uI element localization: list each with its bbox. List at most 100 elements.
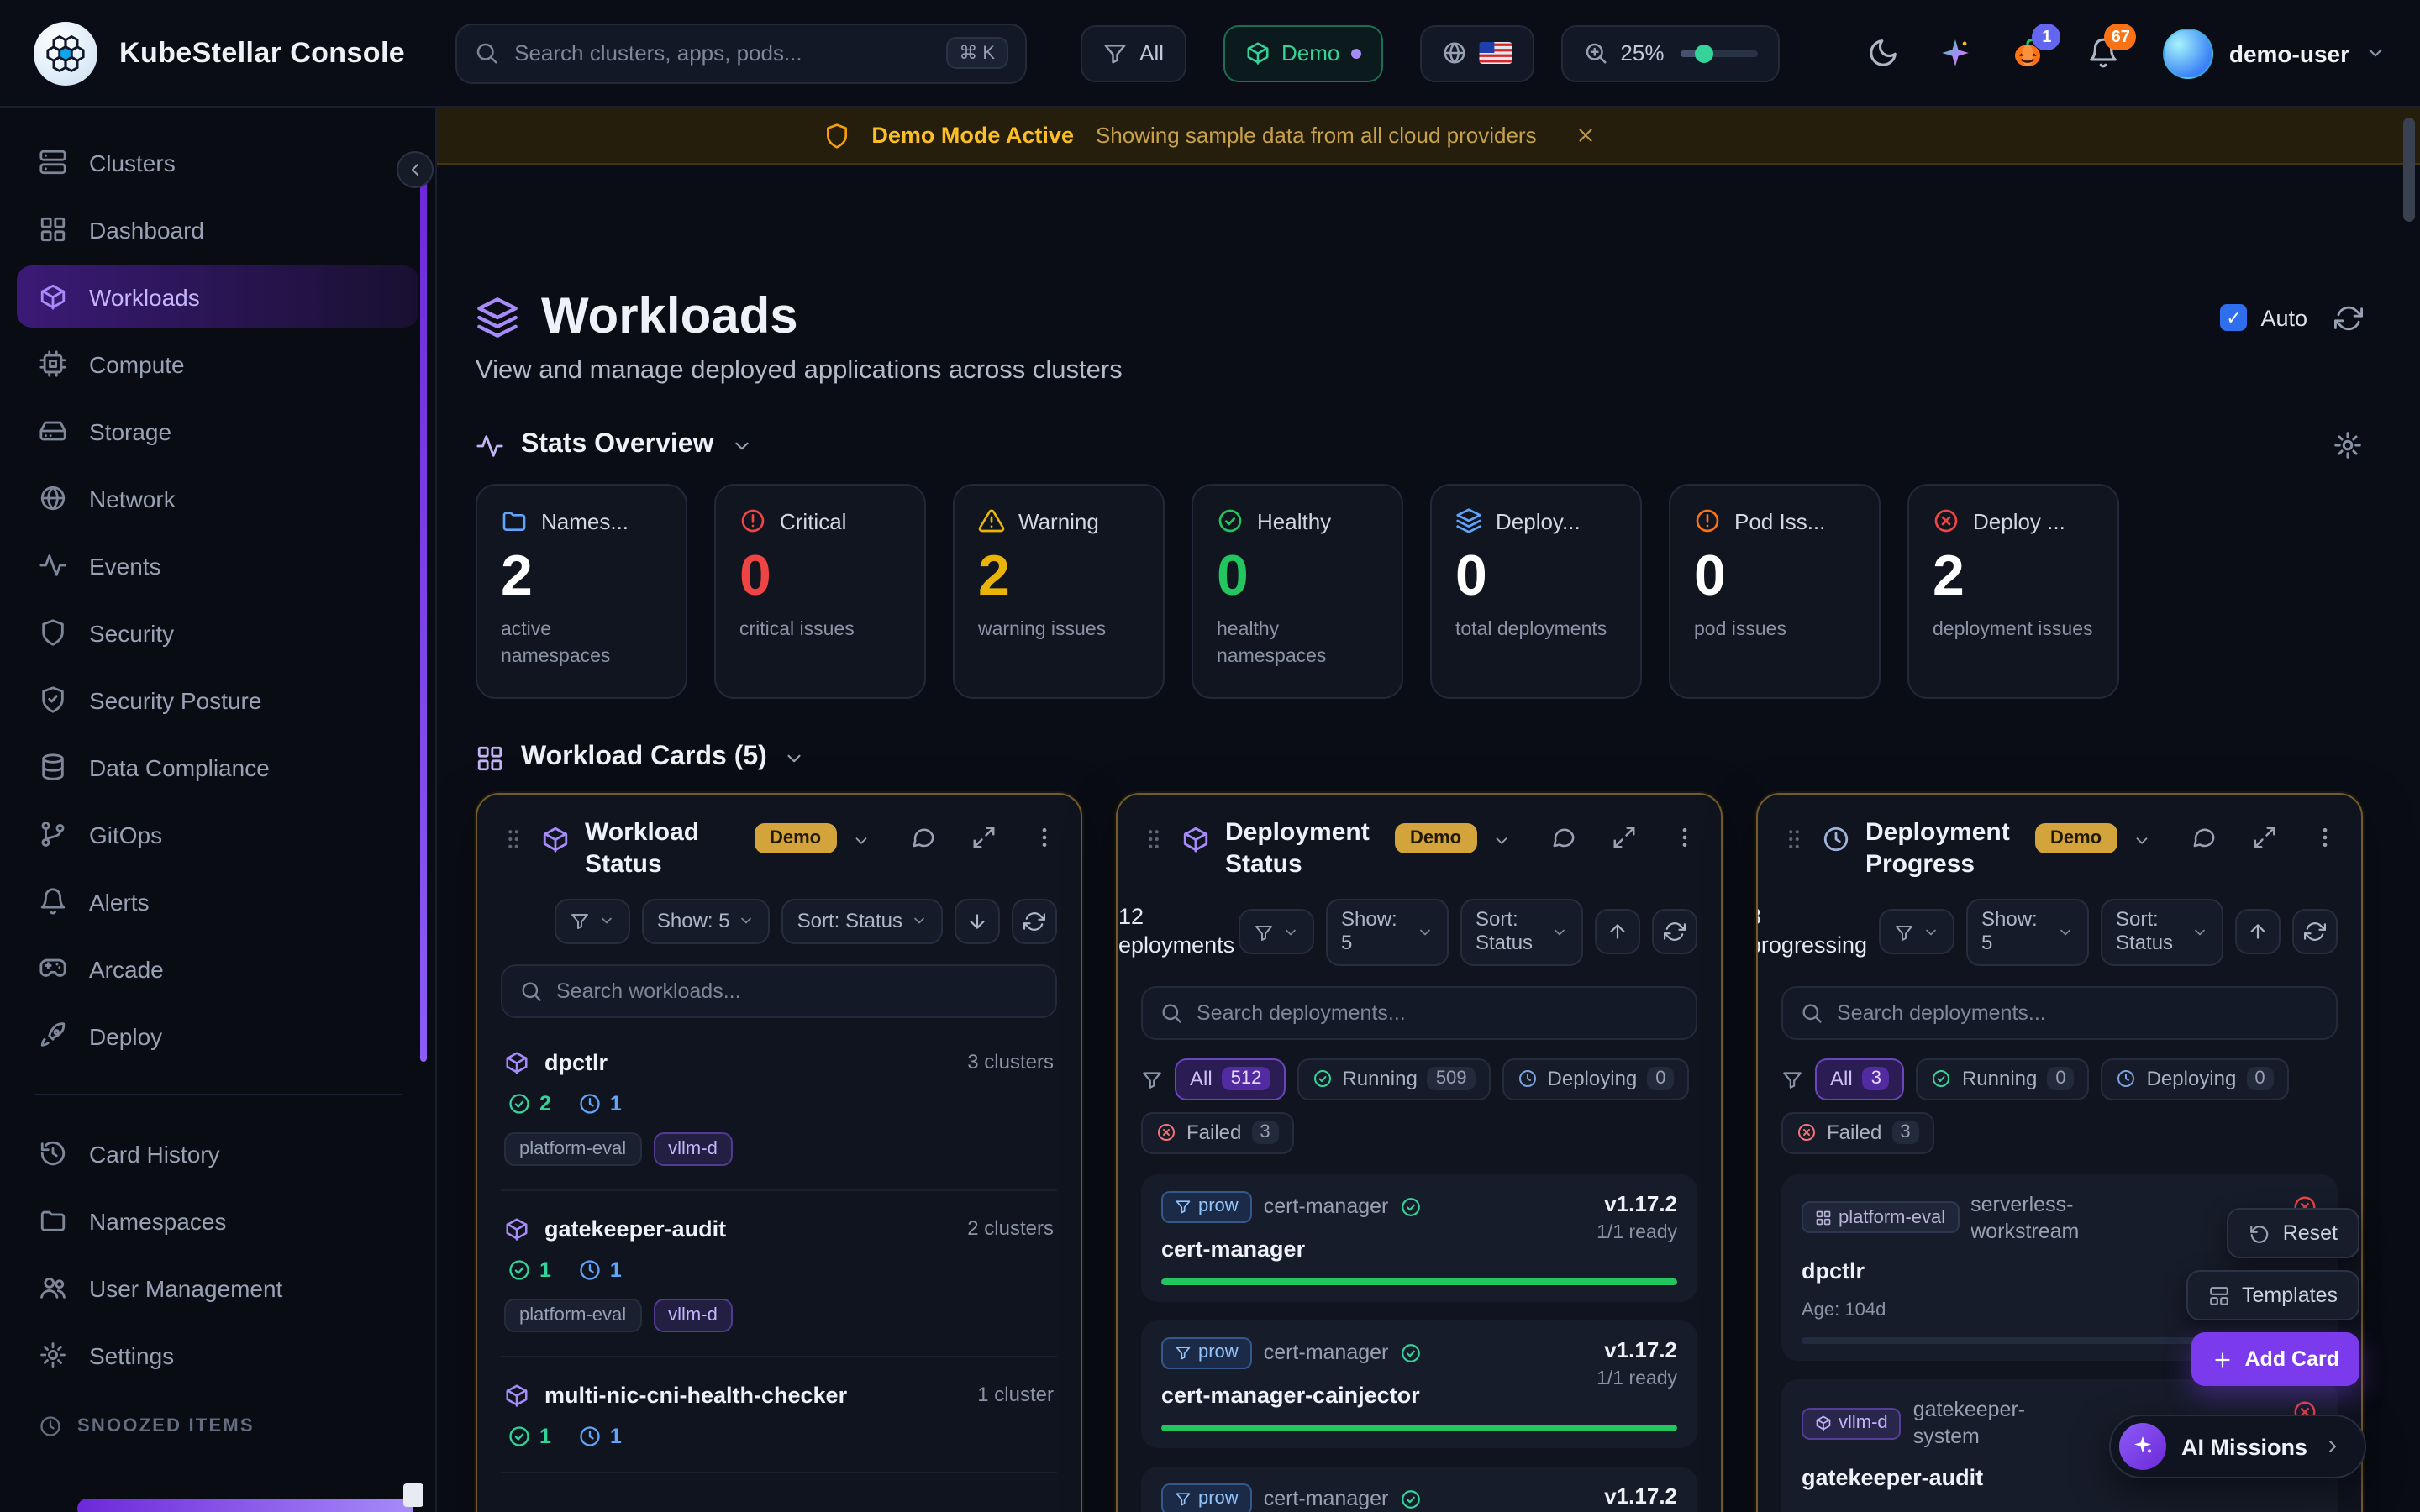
stat-card-healthy-namespaces[interactable]: Healthy0healthy namespaces — [1192, 484, 1403, 699]
deployment-search-input[interactable]: Search deployments... — [1141, 985, 1697, 1039]
drag-handle-icon[interactable] — [501, 827, 526, 852]
show-dropdown[interactable]: Show: 5 — [642, 898, 771, 943]
stat-card-active-namespaces[interactable]: Names...2active namespaces — [476, 484, 687, 699]
sidebar-item-arcade[interactable]: Arcade — [17, 937, 418, 1000]
banner-close-button[interactable] — [1576, 124, 1597, 146]
notifications-button[interactable]: 67 — [2088, 37, 2120, 69]
global-search-input[interactable]: Search clusters, apps, pods... ⌘ K — [455, 23, 1027, 83]
stat-card-deployment-issues[interactable]: Deploy ...2deployment issues — [1907, 484, 2119, 699]
stat-card-critical-issues[interactable]: Critical0critical issues — [714, 484, 926, 699]
page-refresh-button[interactable] — [2334, 303, 2363, 332]
stat-card-total-deployments[interactable]: Deploy...0total deployments — [1430, 484, 1642, 699]
sort-direction-button[interactable] — [955, 898, 1000, 943]
sidebar-collapse-button[interactable] — [397, 151, 434, 188]
workload-list-item[interactable]: multi-nic-cni-health-checker1 cluster11 — [501, 1357, 1057, 1473]
sidebar-scrollbar[interactable] — [420, 155, 427, 1062]
sort-dropdown[interactable]: Sort: Status — [782, 898, 943, 943]
sidebar-item-settings[interactable]: Settings — [17, 1324, 418, 1386]
deployment-list-item[interactable]: prowcert-managercert-manager-cainjectorv… — [1141, 1320, 1697, 1447]
demo-mode-button[interactable]: Demo — [1223, 24, 1383, 81]
sidebar-item-alerts[interactable]: Alerts — [17, 870, 418, 932]
seasonal-button[interactable]: 1 — [2012, 37, 2044, 69]
sidebar-item-gitops[interactable]: GitOps — [17, 803, 418, 865]
filter-dropdown[interactable] — [555, 898, 630, 943]
filter-chip-running[interactable]: Running509 — [1297, 1058, 1490, 1100]
sort-direction-button[interactable] — [2235, 909, 2281, 954]
filter-chip-all[interactable]: All3 — [1815, 1058, 1905, 1100]
language-selector[interactable] — [1420, 24, 1534, 81]
sidebar-item-events[interactable]: Events — [17, 534, 418, 596]
auto-checkbox[interactable]: ✓ — [2220, 304, 2247, 331]
templates-button[interactable]: Templates — [2186, 1270, 2360, 1320]
more-menu-button[interactable] — [2312, 825, 2338, 850]
progress-search-input[interactable]: Search deployments... — [1781, 985, 2338, 1039]
page-scrollbar[interactable] — [2403, 118, 2415, 222]
sort-direction-button[interactable] — [1595, 909, 1640, 954]
sidebar-item-dashboard[interactable]: Dashboard — [17, 198, 418, 260]
sidebar-item-storage[interactable]: Storage — [17, 400, 418, 462]
show-dropdown[interactable]: Show: 5 — [1326, 898, 1449, 965]
stat-card-warning-issues[interactable]: Warning2warning issues — [953, 484, 1165, 699]
sidebar-item-compute[interactable]: Compute — [17, 333, 418, 395]
sidebar-item-namespaces[interactable]: Namespaces — [17, 1189, 418, 1252]
filter-dropdown[interactable] — [1239, 909, 1314, 954]
chevron-down-icon[interactable] — [730, 434, 752, 456]
card-refresh-button[interactable] — [1012, 898, 1057, 943]
user-menu[interactable]: demo-user — [2164, 28, 2386, 78]
workload-cards-header[interactable]: Workload Cards (5) — [476, 743, 2363, 773]
comment-button[interactable] — [911, 825, 936, 850]
chevron-down-icon[interactable] — [2132, 832, 2150, 850]
sidebar-item-network[interactable]: Network — [17, 467, 418, 529]
expand-button[interactable] — [2252, 825, 2277, 850]
deployment-list-item[interactable]: prowcert-managercert-managerv1.17.21/1 r… — [1141, 1173, 1697, 1301]
filter-chip-failed[interactable]: Failed3 — [1781, 1111, 1934, 1153]
comment-button[interactable] — [1551, 825, 1576, 850]
chevron-down-icon[interactable] — [851, 832, 870, 850]
sidebar-item-deploy[interactable]: Deploy — [17, 1005, 418, 1067]
filter-chip-running[interactable]: Running0 — [1917, 1058, 2090, 1100]
zoom-control[interactable]: 25% — [1561, 24, 1780, 81]
sidebar-item-card-history[interactable]: Card History — [17, 1122, 418, 1184]
chevron-down-icon[interactable] — [1491, 832, 1510, 850]
sidebar-item-workloads[interactable]: Workloads — [17, 265, 418, 328]
deployment-list-item[interactable]: prowcert-managerv1.17.2 — [1141, 1466, 1697, 1512]
global-filter-button[interactable]: All — [1081, 24, 1186, 81]
workload-list-item[interactable]: dpctlr3 clusters21platform-evalvllm-d — [501, 1024, 1057, 1190]
stats-overview-header[interactable]: Stats Overview — [476, 430, 2363, 460]
theme-toggle-button[interactable] — [1868, 37, 1900, 69]
more-menu-button[interactable] — [1032, 825, 1057, 850]
filter-chip-deploying[interactable]: Deploying0 — [2102, 1058, 2289, 1100]
celebration-button[interactable] — [1940, 37, 1972, 69]
filter-chip-deploying[interactable]: Deploying0 — [1502, 1058, 1690, 1100]
sort-dropdown[interactable]: Sort: Status — [1460, 898, 1583, 965]
workload-list-item[interactable]: gatekeeper-audit2 clusters11platform-eva… — [501, 1190, 1057, 1357]
add-card-button[interactable]: Add Card — [2191, 1332, 2360, 1386]
show-dropdown[interactable]: Show: 5 — [1966, 898, 2089, 965]
card-refresh-button[interactable] — [1652, 909, 1697, 954]
zoom-slider[interactable] — [1681, 50, 1758, 56]
drag-handle-icon[interactable] — [1141, 827, 1166, 852]
reset-button[interactable]: Reset — [2228, 1208, 2360, 1258]
sidebar-item-security-posture[interactable]: Security Posture — [17, 669, 418, 731]
sidebar-item-security[interactable]: Security — [17, 601, 418, 664]
app-logo[interactable] — [34, 21, 97, 85]
stats-settings-button[interactable] — [2333, 430, 2363, 460]
chevron-down-icon[interactable] — [784, 747, 806, 769]
filter-chip-all[interactable]: All512 — [1175, 1058, 1285, 1100]
workload-search-input[interactable]: Search workloads... — [501, 963, 1057, 1017]
filter-chip-failed[interactable]: Failed3 — [1141, 1111, 1294, 1153]
filter-dropdown[interactable] — [1879, 909, 1954, 954]
stat-card-pod-issues[interactable]: Pod Iss...0pod issues — [1669, 484, 1881, 699]
drag-handle-icon[interactable] — [1781, 827, 1807, 852]
comment-button[interactable] — [2191, 825, 2217, 850]
sidebar-item-user-management[interactable]: User Management — [17, 1257, 418, 1319]
sort-dropdown[interactable]: Sort: Status — [2101, 898, 2223, 965]
ai-missions-button[interactable]: AI Missions — [2109, 1415, 2366, 1478]
expand-button[interactable] — [971, 825, 997, 850]
card-refresh-button[interactable] — [2292, 909, 2338, 954]
sidebar-item-data-compliance[interactable]: Data Compliance — [17, 736, 418, 798]
sidebar-item-clusters[interactable]: Clusters — [17, 131, 418, 193]
expand-button[interactable] — [1612, 825, 1637, 850]
more-menu-button[interactable] — [1672, 825, 1697, 850]
auto-refresh-toggle[interactable]: ✓ Auto — [2220, 304, 2307, 331]
